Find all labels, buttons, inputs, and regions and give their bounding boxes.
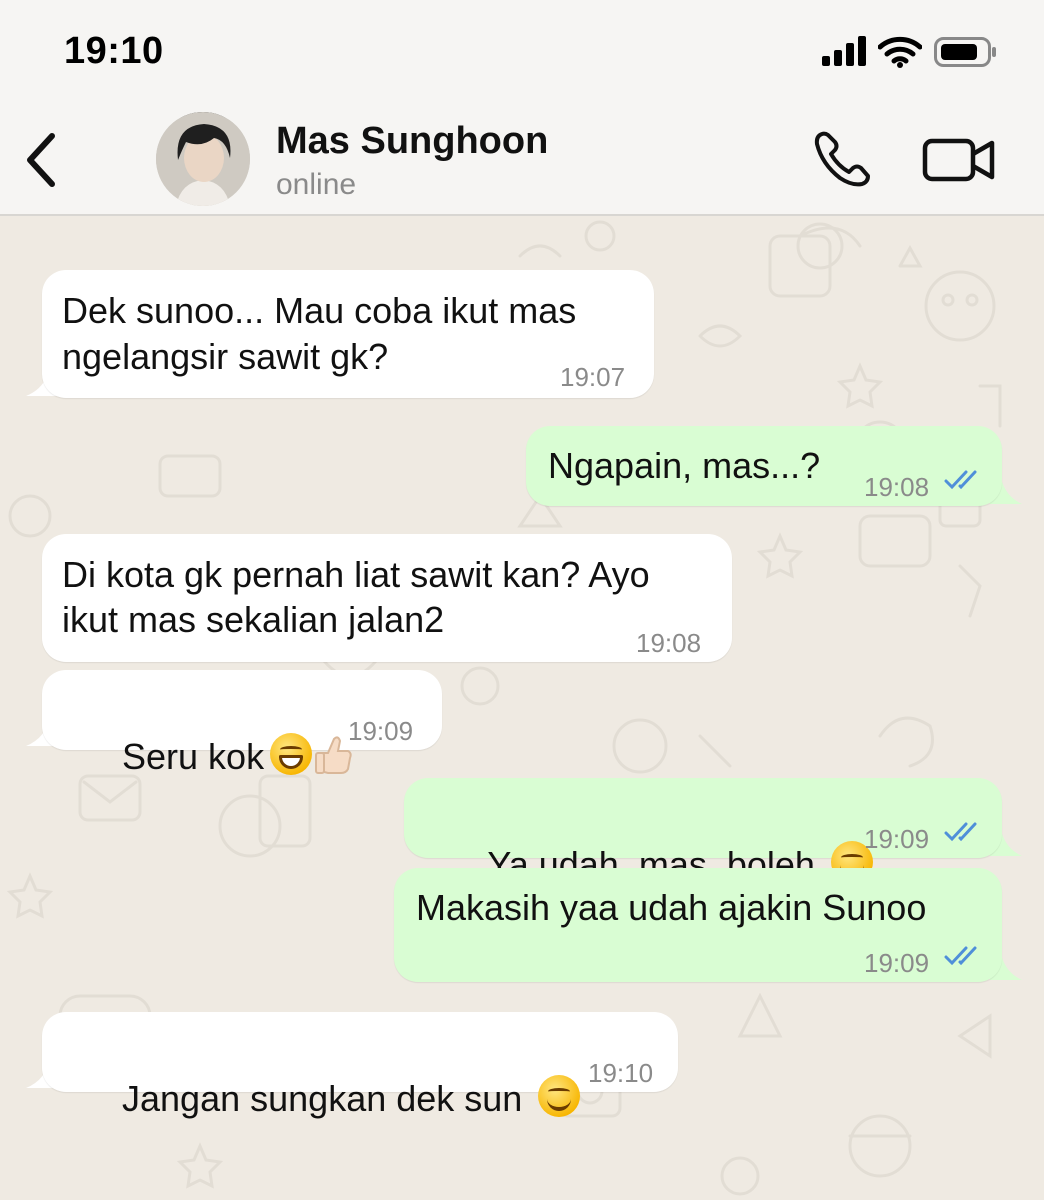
message-time: 19:08 xyxy=(864,472,930,502)
message-time: 19:08 xyxy=(636,628,702,658)
message-time: 19:09 xyxy=(864,824,930,854)
back-button[interactable] xyxy=(20,130,60,190)
wifi-icon xyxy=(878,36,922,68)
contact-status: online xyxy=(276,168,357,201)
message-text: Dek sunoo... Mau coba ikut mas xyxy=(62,290,577,331)
video-call-icon[interactable] xyxy=(922,136,996,184)
message-text: ngelangsir sawit gk? xyxy=(62,336,389,377)
message-text: Di kota gk pernah liat sawit kan? Ayo xyxy=(62,554,650,595)
message-bubble-incoming[interactable]: Seru kok 19:09 xyxy=(42,670,442,777)
message-bubble-outgoing[interactable]: Ya udah, mas, boleh 19:09 xyxy=(404,778,1002,885)
battery-icon xyxy=(934,37,996,67)
message-text: Jangan sungkan dek sun xyxy=(62,1029,581,1168)
message-text: Makasih yaa udah ajakin Sunoo xyxy=(416,887,927,928)
message-bubble-outgoing[interactable]: Makasih yaa udah ajakin Sunoo 19:09 xyxy=(394,868,1002,982)
message-text: Seru kok xyxy=(62,687,354,826)
contact-name[interactable]: Mas Sunghoon xyxy=(276,120,548,163)
message-time: 19:09 xyxy=(864,948,930,978)
read-receipt-icon xyxy=(944,470,977,490)
message-time: 19:07 xyxy=(560,362,626,392)
grinning-face-icon xyxy=(270,733,313,775)
message-time: 19:10 xyxy=(588,1058,654,1088)
message-text: Ngapain, mas...? xyxy=(548,445,821,486)
message-text: ikut mas sekalian jalan2 xyxy=(62,599,445,640)
message-time: 19:09 xyxy=(348,716,414,746)
read-receipt-icon xyxy=(944,946,977,966)
smiling-face-icon xyxy=(538,1075,581,1117)
message-text-content: Jangan sungkan dek sun xyxy=(122,1078,523,1119)
message-bubble-incoming[interactable]: Jangan sungkan dek sun 19:10 xyxy=(42,1012,678,1119)
top-bar: 19:10 Mas Sunghoon online xyxy=(0,0,1044,216)
read-receipt-icon xyxy=(944,822,977,842)
contact-avatar[interactable] xyxy=(156,112,250,206)
message-text-content: Seru kok xyxy=(122,736,265,777)
message-bubble-incoming[interactable]: Di kota gk pernah liat sawit kan? Ayo ik… xyxy=(42,534,732,662)
message-bubble-outgoing[interactable]: Ngapain, mas...? 19:08 xyxy=(526,426,1002,506)
message-bubble-incoming[interactable]: Dek sunoo... Mau coba ikut mas ngelangsi… xyxy=(42,270,654,398)
status-time: 19:10 xyxy=(64,30,164,72)
voice-call-icon[interactable] xyxy=(812,130,874,188)
cellular-signal-icon xyxy=(822,36,866,66)
chat-area[interactable]: Dek sunoo... Mau coba ikut mas ngelangsi… xyxy=(0,216,1044,1200)
